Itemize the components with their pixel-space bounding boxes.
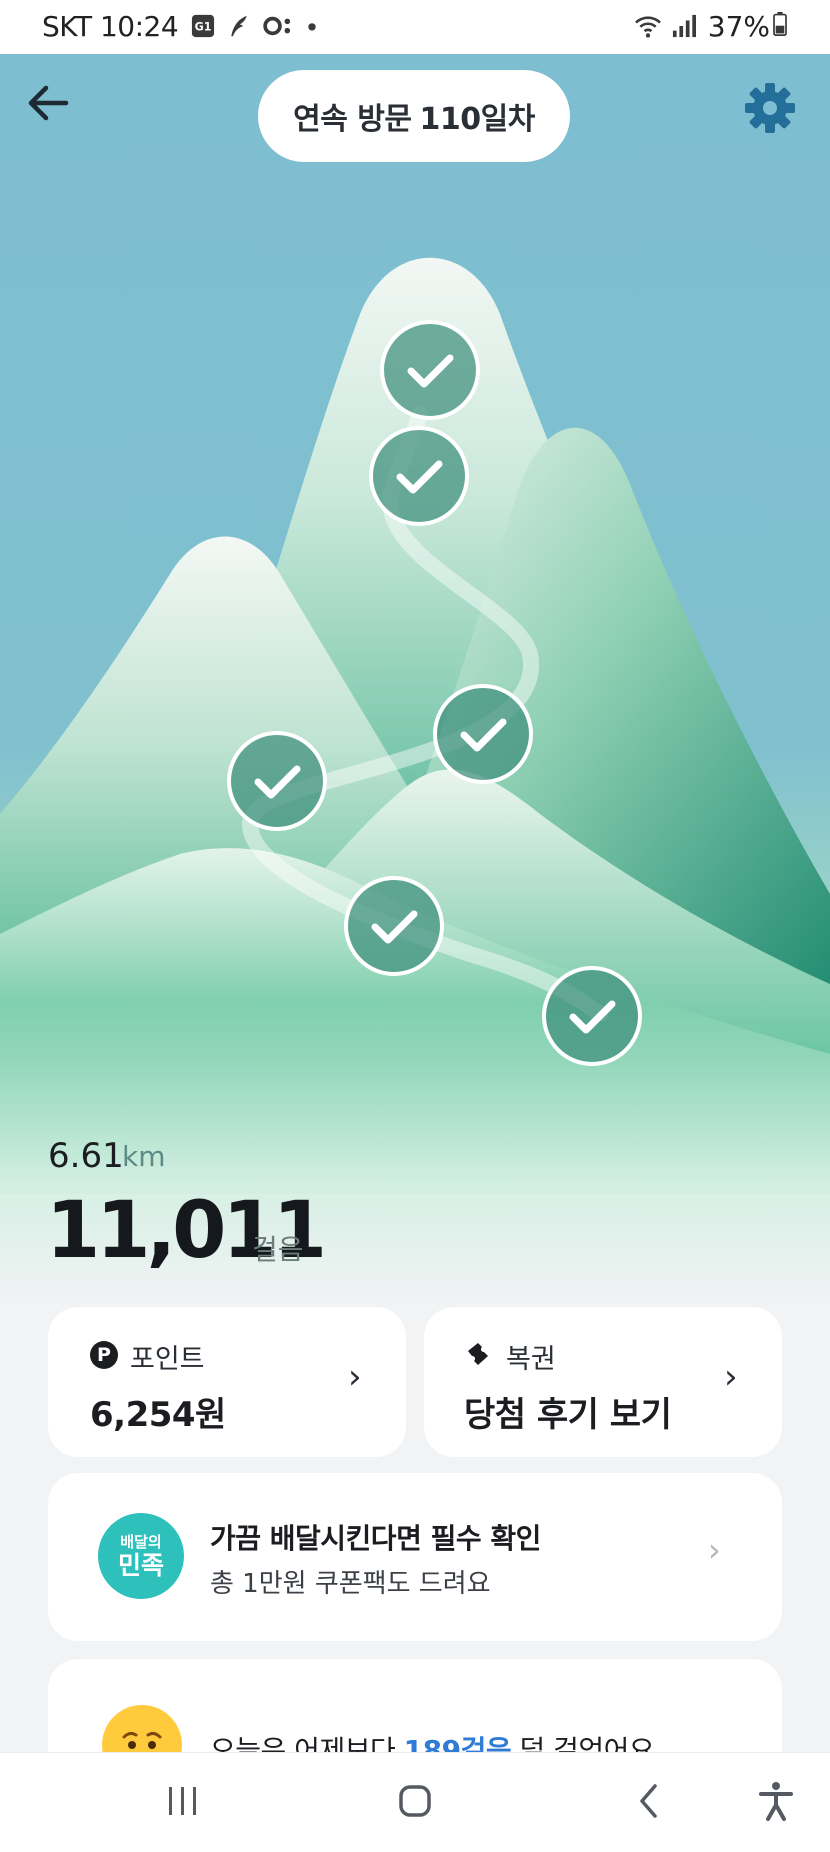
chevron-right-icon: › xyxy=(708,1531,721,1569)
lottery-card[interactable]: 복권 당첨 후기 보기 › xyxy=(424,1307,782,1457)
check-circle-icon[interactable] xyxy=(540,964,644,1068)
visit-streak-days: 110일차 xyxy=(419,102,536,137)
step-unit: 걸음 xyxy=(252,1233,304,1266)
check-circle-icon[interactable] xyxy=(342,874,446,978)
svg-text:G1: G1 xyxy=(195,21,212,34)
visit-streak-badge: 연속 방문 110일차 xyxy=(258,70,570,162)
baemin-logo-line1: 배달의 xyxy=(120,1532,162,1551)
signal-icon xyxy=(672,14,696,38)
feather-icon xyxy=(231,15,247,37)
mountain-illustration xyxy=(0,257,830,1308)
accessibility-icon[interactable] xyxy=(758,1781,794,1821)
chevron-right-icon: › xyxy=(724,1357,738,1397)
chevron-right-icon: › xyxy=(348,1357,362,1397)
back-nav-icon[interactable] xyxy=(634,1783,664,1819)
dot-icon xyxy=(308,23,316,31)
check-circle-icon[interactable] xyxy=(378,318,482,422)
check-circle-icon[interactable] xyxy=(367,424,471,528)
baemin-promo-card[interactable]: 배달의 민족 가끔 배달시킨다면 필수 확인 총 1만원 쿠폰팩도 드려요 › xyxy=(48,1473,782,1641)
wifi-icon xyxy=(635,16,661,38)
g1-icon: G1 xyxy=(191,14,215,38)
system-nav-bar xyxy=(0,1752,830,1852)
points-value: 6,254원 xyxy=(90,1395,226,1435)
check-circle-icon[interactable] xyxy=(431,682,535,786)
promo-subtitle: 총 1만원 쿠폰팩도 드려요 xyxy=(210,1569,491,1599)
gear-icon[interactable] xyxy=(742,80,798,136)
recent-apps-icon[interactable] xyxy=(166,1783,200,1819)
lottery-value: 당첨 후기 보기 xyxy=(464,1395,672,1435)
distance-value: 6.61 xyxy=(48,1136,124,1176)
p-coin-icon: P xyxy=(90,1341,118,1369)
home-icon[interactable] xyxy=(398,1783,432,1819)
battery-percent: 37% xyxy=(707,10,770,43)
visit-streak-prefix: 연속 방문 xyxy=(293,102,412,137)
ticket-icon xyxy=(468,1343,488,1365)
check-circle-icon[interactable] xyxy=(225,729,329,833)
mountain-hero xyxy=(0,54,830,1308)
status-time: SKT 10:24 xyxy=(42,10,179,43)
arrow-left-icon[interactable] xyxy=(22,74,80,132)
baemin-logo-line2: 민족 xyxy=(117,1550,164,1580)
oo-icon xyxy=(263,16,291,36)
baemin-logo: 배달의 민족 xyxy=(98,1513,184,1599)
battery-icon xyxy=(773,12,787,36)
status-bar: SKT 10:24 G1 37% xyxy=(0,0,830,54)
promo-title: 가끔 배달시킨다면 필수 확인 xyxy=(210,1522,541,1555)
lottery-label: 복권 xyxy=(506,1344,556,1375)
points-label: 포인트 xyxy=(130,1344,205,1375)
points-card[interactable]: P 포인트 6,254원 › xyxy=(48,1307,406,1457)
distance-unit: km xyxy=(122,1140,166,1173)
